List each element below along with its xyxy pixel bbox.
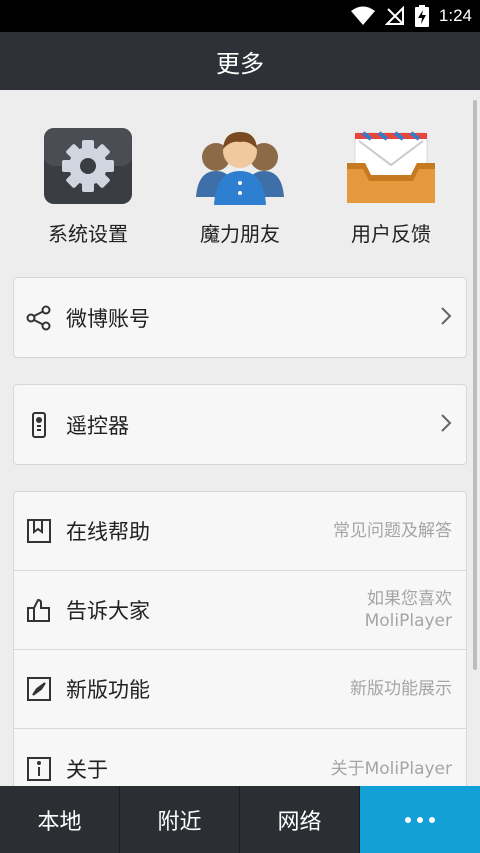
quick-system-settings[interactable]: 系统设置 xyxy=(28,126,148,247)
online-help-label: 在线帮助 xyxy=(66,520,150,544)
tab-network[interactable]: 网络 xyxy=(240,786,360,853)
online-help-subtitle: 常见问题及解答 xyxy=(333,521,452,541)
weibo-account-label: 微博账号 xyxy=(66,306,150,331)
tab-nearby[interactable]: 附近 xyxy=(120,786,240,853)
weibo-card: 微博账号 xyxy=(13,277,467,358)
gear-icon xyxy=(42,126,134,206)
friends-icon xyxy=(194,126,286,206)
tell-everyone-subtitle: 如果您喜欢 MoliPlayer xyxy=(365,588,452,632)
online-help-row[interactable]: 在线帮助 常见问题及解答 xyxy=(14,492,466,571)
book-icon xyxy=(26,518,52,544)
remote-icon xyxy=(26,411,52,438)
status-icons: 1:24 xyxy=(350,0,472,32)
about-row[interactable]: 关于 关于MoliPlayer xyxy=(14,729,466,786)
quick-label: 系统设置 xyxy=(48,222,128,246)
new-features-row[interactable]: 新版功能 新版功能展示 xyxy=(14,650,466,729)
new-features-label: 新版功能 xyxy=(66,678,150,702)
battery-charging-icon xyxy=(414,5,429,27)
quick-label: 魔力朋友 xyxy=(200,222,280,246)
share-icon xyxy=(26,305,52,331)
status-bar: 1:24 xyxy=(0,0,480,32)
chevron-right-icon xyxy=(440,306,452,330)
quick-label: 用户反馈 xyxy=(351,222,431,246)
tell-everyone-row[interactable]: 告诉大家 如果您喜欢 MoliPlayer xyxy=(14,571,466,650)
tell-everyone-label: 告诉大家 xyxy=(66,599,150,623)
quick-user-feedback[interactable]: 用户反馈 xyxy=(331,126,451,247)
wifi-icon xyxy=(350,6,375,25)
tab-more[interactable] xyxy=(360,786,480,853)
chevron-right-icon xyxy=(440,413,452,437)
remote-control-label: 遥控器 xyxy=(66,413,129,438)
content-area[interactable]: 系统设置 魔力朋友 用户反馈 微博账号 遥控器 在线帮助 常见问题及解答 告诉大… xyxy=(0,90,480,786)
tell-everyone-subtitle-line2: MoliPlayer xyxy=(364,611,452,631)
info-list-card: 在线帮助 常见问题及解答 告诉大家 如果您喜欢 MoliPlayer 新版功能 xyxy=(13,491,467,786)
about-label: 关于 xyxy=(66,757,108,782)
more-dots-icon xyxy=(405,816,435,823)
compass-icon xyxy=(26,676,52,702)
mail-tray-icon xyxy=(345,126,437,206)
about-subtitle: 关于MoliPlayer xyxy=(330,758,452,779)
weibo-account-row[interactable]: 微博账号 xyxy=(14,278,466,357)
remote-card: 遥控器 xyxy=(13,384,467,465)
quick-moli-friends[interactable]: 魔力朋友 xyxy=(180,126,300,247)
remote-control-row[interactable]: 遥控器 xyxy=(14,385,466,464)
status-time: 1:24 xyxy=(438,6,472,25)
title-bar: 更多 xyxy=(0,32,480,90)
tell-everyone-subtitle-line1: 如果您喜欢 xyxy=(367,589,452,609)
quick-actions: 系统设置 魔力朋友 用户反馈 xyxy=(0,90,480,260)
tab-local[interactable]: 本地 xyxy=(0,786,120,853)
thumbs-up-icon xyxy=(26,597,52,623)
bottom-tab-bar: 本地 附近 网络 xyxy=(0,786,480,853)
new-features-subtitle: 新版功能展示 xyxy=(350,679,452,699)
info-icon xyxy=(26,756,52,782)
page-title: 更多 xyxy=(216,49,264,78)
no-signal-icon xyxy=(384,6,404,25)
